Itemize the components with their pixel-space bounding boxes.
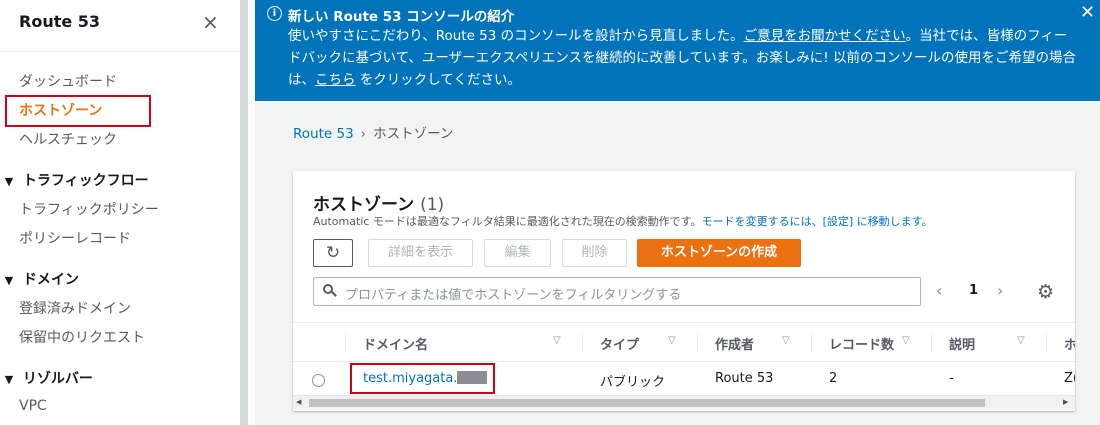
flash-title: 新しい Route 53 コンソールの紹介 [288, 9, 515, 25]
column-divider [582, 333, 583, 353]
column-header-description[interactable]: 説明 [949, 334, 975, 353]
sort-icon[interactable]: ▽ [902, 335, 910, 346]
info-flash-banner: i 新しい Route 53 コンソールの紹介 使いやすさにこだわり、Route… [255, 0, 1100, 101]
breadcrumb: Route 53 › ホストゾーン [293, 122, 453, 142]
row-radio-button[interactable] [312, 374, 325, 387]
sort-icon[interactable]: ▽ [668, 335, 676, 346]
gutter [248, 0, 255, 425]
table-header: ドメイン名 ▽ タイプ ▽ 作成者 ▽ レコード数 ▽ 説明 ▽ ホ [293, 322, 1075, 362]
column-divider [931, 333, 932, 353]
column-header-domain[interactable]: ドメイン名 [363, 334, 428, 353]
panel-count: (1) [420, 195, 445, 215]
page-title: ホストゾーン (1) [313, 190, 444, 215]
breadcrumb-route53[interactable]: Route 53 [293, 126, 354, 142]
scroll-left-icon[interactable]: ◀ [296, 398, 301, 406]
column-header-creator[interactable]: 作成者 [715, 334, 754, 353]
edit-button[interactable]: 編集 [484, 239, 551, 267]
cell-description: - [949, 371, 954, 386]
panel-title-text: ホストゾーン [313, 195, 415, 215]
sidebar-title: Route 53 [19, 12, 101, 31]
sidebar-item-dashboard[interactable]: ダッシュボード [19, 71, 117, 91]
search-icon [323, 284, 337, 297]
refresh-button[interactable]: ↻ [313, 239, 353, 267]
sidebar-item-pending-requests[interactable]: 保留中のリクエスト [19, 327, 145, 347]
panel-desc-text: Automatic モードは最適なフィルタ結果に最適化された現在の検索動作です。 [313, 215, 702, 228]
sidebar-header: Route 53 × [0, 0, 240, 52]
cell-type: パブリック [600, 375, 666, 390]
column-header-extra[interactable]: ホ [1064, 334, 1075, 353]
caret-down-icon: ▼ [4, 373, 14, 386]
chevron-left-icon[interactable]: ‹ [936, 281, 942, 300]
close-icon[interactable]: × [202, 10, 219, 34]
horizontal-scrollbar[interactable]: ◀ ▶ [293, 395, 1075, 409]
sidebar: Route 53 × ダッシュボード ホストゾーン ヘルスチェック ▼ トラフィ… [0, 0, 240, 425]
scroll-right-icon[interactable]: ▶ [1063, 398, 1068, 406]
chevron-right-icon: › [360, 126, 367, 142]
caret-down-icon: ▼ [4, 175, 14, 188]
settings-mode-link[interactable]: モードを変更するには、[設定] に移動します。 [702, 215, 933, 228]
sort-icon[interactable]: ▽ [553, 335, 561, 346]
sidebar-group-label: リゾルバー [22, 371, 93, 387]
sidebar-scrollbar[interactable] [240, 0, 248, 425]
sidebar-group-resolver[interactable]: ▼ リゾルバー [0, 368, 93, 388]
chevron-right-icon[interactable]: › [997, 281, 1003, 300]
highlight-box [350, 363, 495, 394]
create-hosted-zone-button[interactable]: ホストゾーンの作成 [637, 239, 801, 267]
caret-down-icon: ▼ [4, 274, 14, 287]
column-divider [811, 333, 812, 353]
flash-text: をクリックしてください。 [355, 72, 521, 88]
flash-body: 使いやすさにこだわり、Route 53 のコンソールを設計から見直しました。ご意… [288, 25, 1078, 91]
cell-extra: Z( [1064, 371, 1075, 386]
close-icon[interactable]: ✕ [1080, 2, 1095, 23]
page-number[interactable]: 1 [969, 283, 978, 298]
feedback-link[interactable]: ご意見をお聞かせください [744, 28, 906, 44]
sidebar-group-label: トラフィックフロー [22, 173, 149, 189]
panel-description: Automatic モードは最適なフィルタ結果に最適化された現在の検索動作です。… [313, 213, 933, 229]
breadcrumb-current: ホストゾーン [373, 126, 454, 142]
scrollbar-thumb[interactable] [309, 399, 985, 407]
column-divider [1046, 333, 1047, 353]
cell-creator: Route 53 [715, 371, 774, 386]
sidebar-group-traffic-flow[interactable]: ▼ トラフィックフロー [0, 170, 149, 190]
info-icon: i [267, 6, 282, 21]
sort-icon[interactable]: ▽ [1017, 335, 1025, 346]
highlight-box [5, 95, 151, 127]
refresh-icon: ↻ [325, 243, 341, 263]
cell-record-count: 2 [829, 371, 838, 386]
sidebar-item-vpc[interactable]: VPC [19, 398, 47, 414]
column-divider [345, 333, 346, 353]
column-divider [697, 333, 698, 353]
sidebar-group-domains[interactable]: ▼ ドメイン [0, 269, 79, 289]
filter-placeholder: プロパティまたは値でホストゾーンをフィルタリングする [345, 288, 682, 303]
column-header-type[interactable]: タイプ [600, 334, 639, 353]
sidebar-item-traffic-policies[interactable]: トラフィックポリシー [19, 199, 159, 219]
sidebar-group-label: ドメイン [22, 272, 79, 288]
flash-text: 使いやすさにこだわり、Route 53 のコンソールを設計から見直しました。 [288, 28, 744, 44]
old-console-link[interactable]: こちら [315, 72, 356, 88]
sidebar-item-health-checks[interactable]: ヘルスチェック [19, 129, 117, 149]
column-header-record-count[interactable]: レコード数 [829, 334, 894, 353]
delete-button[interactable]: 削除 [562, 239, 627, 267]
sidebar-item-registered-domains[interactable]: 登録済みドメイン [19, 298, 131, 318]
sidebar-item-policy-records[interactable]: ポリシーレコード [19, 228, 131, 248]
gear-icon[interactable]: ⚙ [1037, 281, 1054, 303]
filter-input[interactable]: プロパティまたは値でホストゾーンをフィルタリングする [313, 277, 921, 306]
sort-icon[interactable]: ▽ [782, 335, 790, 346]
view-details-button[interactable]: 詳細を表示 [368, 239, 473, 267]
